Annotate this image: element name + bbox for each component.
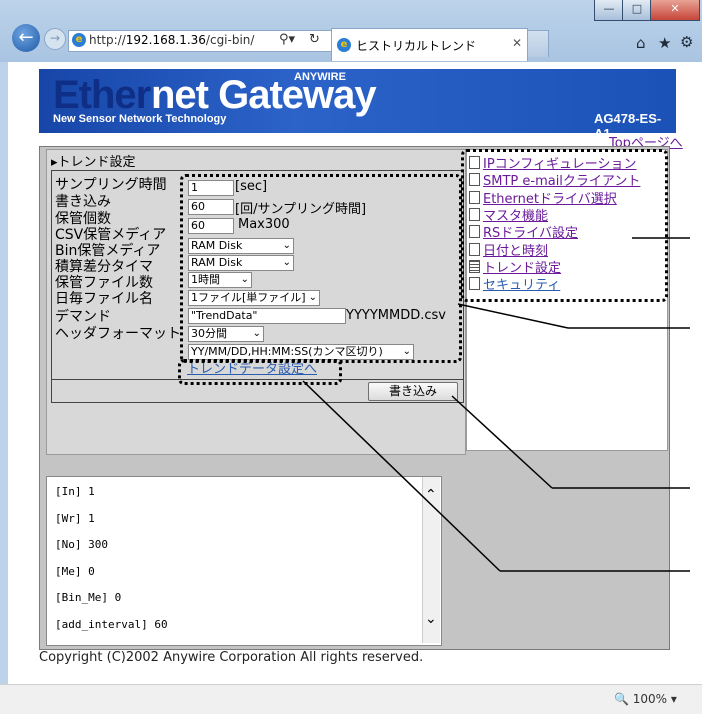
callout-leader-lines xyxy=(302,237,690,572)
